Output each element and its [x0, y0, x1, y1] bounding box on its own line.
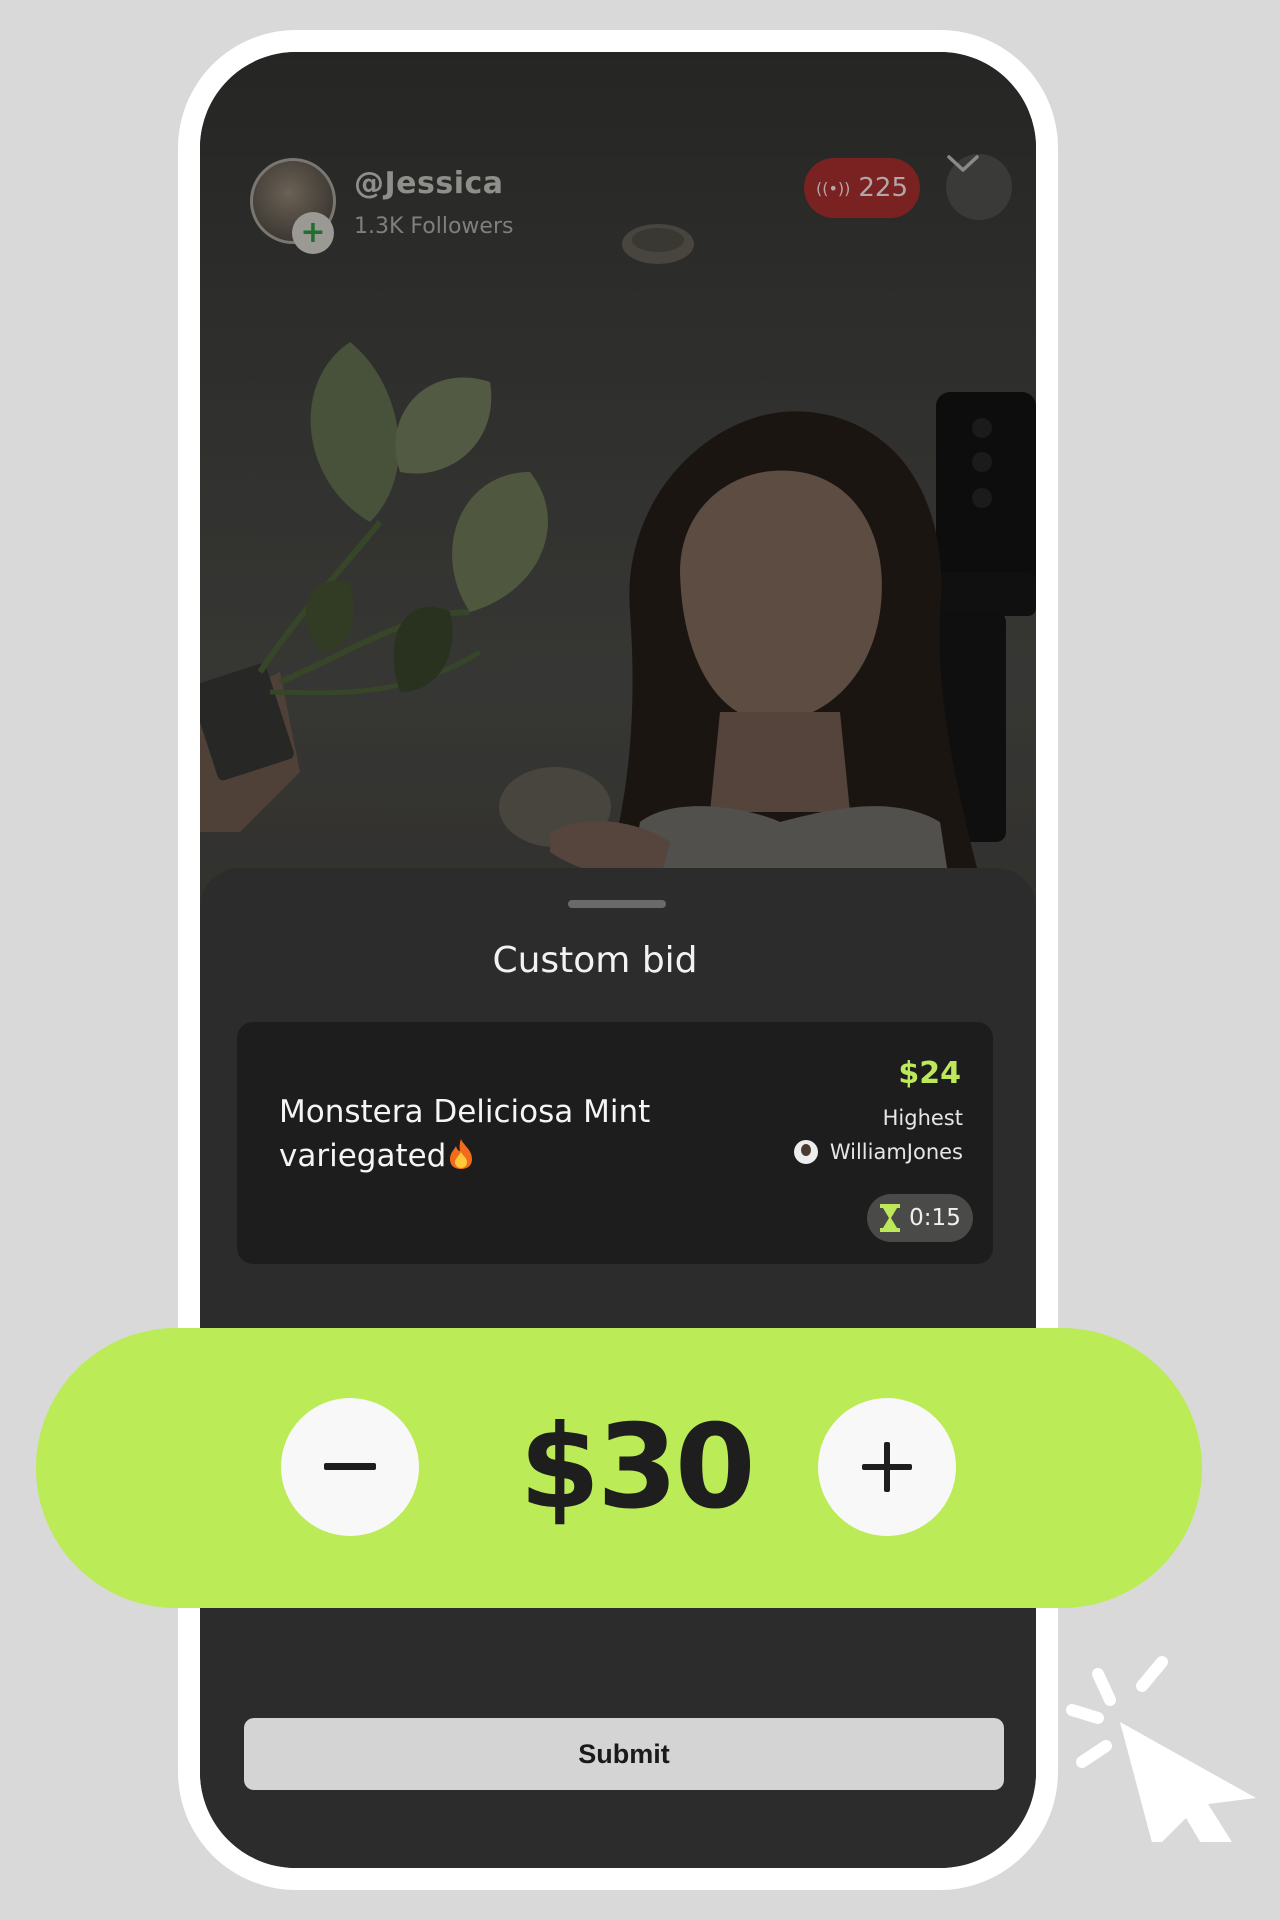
- click-cursor-icon: [1066, 1656, 1256, 1842]
- bid-amount: $30: [519, 1400, 755, 1535]
- bidder-avatar: [793, 1140, 818, 1164]
- fire-icon: [450, 1139, 473, 1169]
- highest-bid-label: Highest: [882, 1106, 963, 1130]
- sheet-drag-handle[interactable]: [568, 900, 666, 908]
- sheet-title: Custom bid: [492, 940, 698, 981]
- follow-plus-icon[interactable]: +: [292, 212, 334, 254]
- hourglass-icon: [880, 1204, 901, 1232]
- collapse-button[interactable]: [946, 154, 1012, 220]
- bid-stepper: $30: [36, 1328, 1202, 1608]
- broadcast-icon: ((•)): [815, 178, 851, 198]
- decrease-bid-button[interactable]: [281, 1398, 419, 1536]
- viewer-count: 225: [858, 173, 909, 203]
- live-video[interactable]: + @Jessica 1.3K Followers ((•)) 225: [200, 52, 1036, 952]
- bidder-name: WilliamJones: [829, 1140, 963, 1164]
- plus-icon: [862, 1442, 912, 1492]
- highest-bidder: WilliamJones: [793, 1140, 963, 1164]
- minus-icon: [324, 1463, 376, 1470]
- submit-button[interactable]: Submit: [244, 1718, 1004, 1790]
- live-viewer-badge: ((•)) 225: [804, 158, 920, 218]
- chevron-down-icon: [947, 155, 979, 172]
- host-followers: 1.3K Followers: [354, 214, 514, 239]
- timer-value: 0:15: [909, 1205, 961, 1231]
- increase-bid-button[interactable]: [818, 1398, 956, 1536]
- auction-timer: 0:15: [867, 1194, 973, 1242]
- product-name: Monstera Deliciosa Mint variegated: [279, 1090, 699, 1178]
- product-card: Monstera Deliciosa Mint variegated $24 H…: [237, 1022, 993, 1264]
- highest-bid-amount: $24: [898, 1056, 961, 1091]
- host-handle[interactable]: @Jessica: [354, 166, 504, 201]
